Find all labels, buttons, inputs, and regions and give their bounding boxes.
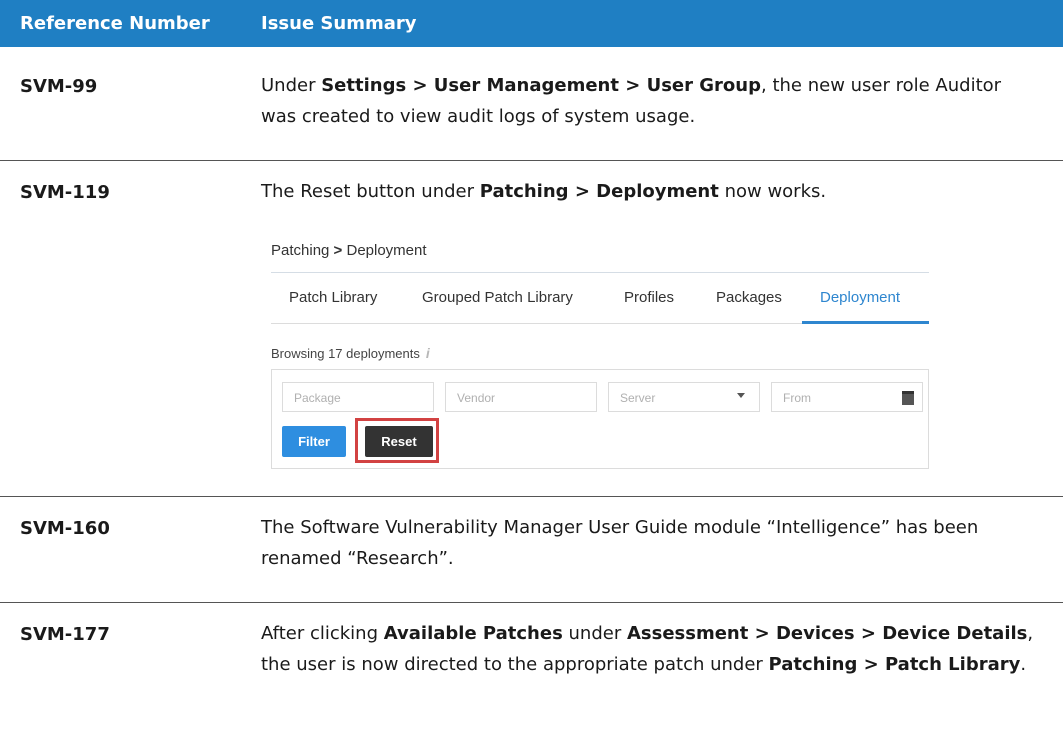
info-icon[interactable]: i <box>426 345 430 361</box>
browsing-count: Browsing 17 deployments i <box>271 345 430 361</box>
summary-text: After clicking <box>261 623 384 644</box>
reference-number: SVM-119 <box>20 182 110 203</box>
summary-text: . <box>1020 654 1027 675</box>
summary-emphasis: Patching > Deployment <box>479 181 719 202</box>
tab-bar: Patch Library Grouped Patch Library Prof… <box>271 289 929 323</box>
server-select[interactable]: Server <box>608 382 760 412</box>
summary-emphasis: Assessment > Devices > Device Details <box>626 623 1028 644</box>
from-placeholder: From <box>783 391 811 405</box>
browsing-text: Browsing 17 deployments <box>271 346 420 361</box>
tab-grouped-patch-library[interactable]: Grouped Patch Library <box>422 289 573 323</box>
row-divider <box>0 496 1063 497</box>
breadcrumb-deployment: Deployment <box>346 242 427 259</box>
table-header: Reference Number Issue Summary <box>0 0 1063 47</box>
breadcrumb-divider <box>271 272 929 273</box>
header-reference-number: Reference Number <box>20 13 210 34</box>
summary-text: The Software Vulnerability Manager User … <box>261 517 979 569</box>
issue-summary: The Reset button under Patching > Deploy… <box>261 176 1041 207</box>
reference-number: SVM-160 <box>20 518 110 539</box>
issue-summary: The Software Vulnerability Manager User … <box>261 512 1041 574</box>
reference-number: SVM-177 <box>20 624 110 645</box>
release-notes-page: Reference Number Issue Summary SVM-99 Un… <box>0 0 1063 734</box>
deployment-screenshot: Patching > Deployment Patch Library Grou… <box>271 234 931 474</box>
tab-patch-library[interactable]: Patch Library <box>289 289 377 323</box>
package-placeholder: Package <box>294 391 341 405</box>
issue-summary: After clicking Available Patches under A… <box>261 618 1041 680</box>
chevron-down-icon <box>737 393 745 398</box>
active-tab-indicator <box>802 321 929 324</box>
breadcrumb-patching[interactable]: Patching <box>271 242 329 259</box>
tab-profiles[interactable]: Profiles <box>624 289 674 323</box>
from-date-field[interactable]: From <box>771 382 923 412</box>
row-divider <box>0 160 1063 161</box>
calendar-icon[interactable] <box>902 391 914 405</box>
summary-text: Under <box>261 75 322 96</box>
header-issue-summary: Issue Summary <box>261 13 417 34</box>
filter-button[interactable]: Filter <box>282 426 346 457</box>
row-divider <box>0 602 1063 603</box>
reference-number: SVM-99 <box>20 76 98 97</box>
server-placeholder: Server <box>620 391 656 405</box>
vendor-field[interactable]: Vendor <box>445 382 597 412</box>
reset-highlight-box <box>355 418 439 463</box>
issue-summary: Under Settings > User Management > User … <box>261 70 1041 132</box>
summary-text: now works. <box>718 181 827 202</box>
summary-text: The Reset button under <box>261 181 480 202</box>
breadcrumb: Patching > Deployment <box>271 242 427 259</box>
summary-emphasis: Patching > Patch Library <box>768 654 1021 675</box>
tab-deployment[interactable]: Deployment <box>820 289 900 323</box>
vendor-placeholder: Vendor <box>457 391 496 405</box>
breadcrumb-separator: > <box>333 242 343 259</box>
summary-emphasis: Available Patches <box>383 623 563 644</box>
summary-text: under <box>562 623 627 644</box>
summary-emphasis: Settings > User Management > User Group <box>321 75 761 96</box>
package-field[interactable]: Package <box>282 382 434 412</box>
tab-packages[interactable]: Packages <box>716 289 782 323</box>
